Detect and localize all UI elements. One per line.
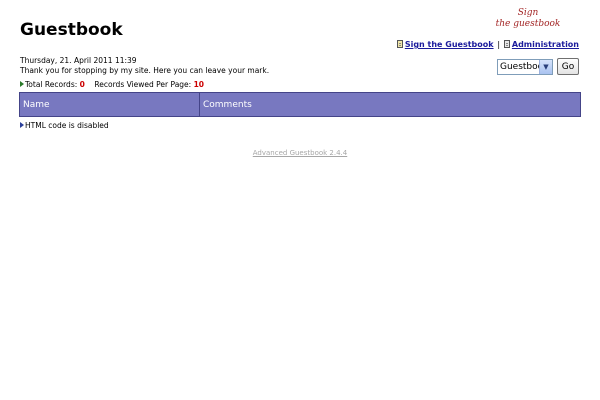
column-header-name: Name bbox=[20, 93, 200, 116]
records-summary: Total Records: 0 Records Viewed Per Page… bbox=[20, 80, 204, 89]
guestbook-select[interactable]: Guestbook ▼ bbox=[497, 58, 553, 75]
triangle-right-icon bbox=[20, 81, 24, 87]
intro-text: Thank you for stopping by my site. Here … bbox=[20, 66, 270, 75]
current-date: Thursday, 21. April 2011 11:39 bbox=[20, 56, 137, 65]
document-icon bbox=[396, 40, 403, 48]
html-disabled-text: HTML code is disabled bbox=[25, 121, 109, 130]
guestbook-selector: Guestbook ▼ Go bbox=[497, 58, 579, 75]
guestbook-page: Guestbook Sign the guestbook Sign the Gu… bbox=[0, 0, 600, 400]
total-records-label: Total Records: bbox=[25, 80, 78, 89]
html-disabled-note: HTML code is disabled bbox=[20, 121, 109, 130]
footer: Advanced Guestbook 2.4.4 bbox=[0, 149, 600, 157]
logo-line-2: the guestbook bbox=[495, 19, 561, 29]
column-header-comments: Comments bbox=[203, 99, 252, 110]
logo-line-1: Sign bbox=[517, 8, 539, 18]
footer-credit-link[interactable]: Advanced Guestbook 2.4.4 bbox=[253, 149, 347, 157]
administration-link[interactable]: Administration bbox=[512, 40, 579, 49]
total-records-value: 0 bbox=[79, 80, 85, 89]
go-button[interactable]: Go bbox=[557, 58, 579, 75]
triangle-right-icon bbox=[20, 122, 24, 128]
guestbook-select-value: Guestbook bbox=[500, 61, 539, 72]
document-icon bbox=[503, 40, 510, 48]
per-page-value: 10 bbox=[193, 80, 205, 89]
chevron-down-icon[interactable]: ▼ bbox=[539, 59, 552, 74]
entries-table-header: Name Comments bbox=[19, 92, 581, 117]
sign-guestbook-logo[interactable]: Sign the guestbook bbox=[490, 8, 566, 30]
page-title: Guestbook bbox=[20, 20, 123, 40]
link-separator: | bbox=[497, 40, 501, 49]
sign-guestbook-link[interactable]: Sign the Guestbook bbox=[405, 40, 494, 49]
top-links: Sign the Guestbook | Administration bbox=[396, 40, 579, 49]
per-page-label: Records Viewed Per Page: bbox=[94, 80, 192, 89]
